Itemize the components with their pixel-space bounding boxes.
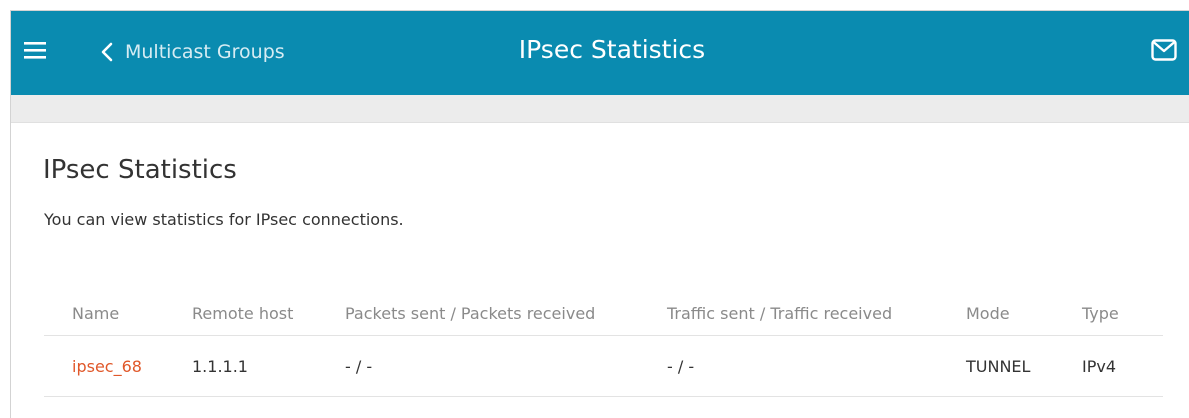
column-header-traffic: Traffic sent / Traffic received — [667, 291, 966, 336]
column-header-type: Type — [1082, 291, 1163, 336]
connection-name-link[interactable]: ipsec_68 — [72, 357, 142, 376]
table-header-row: Name Remote host Packets sent / Packets … — [44, 291, 1163, 336]
header-shadow-band — [11, 95, 1189, 123]
column-header-packets: Packets sent / Packets received — [345, 291, 667, 336]
app-window: Multicast Groups IPsec Statistics IPsec … — [0, 0, 1189, 418]
column-header-mode: Mode — [966, 291, 1082, 336]
page-title: IPsec Statistics — [518, 35, 706, 64]
cell-traffic: - / - — [667, 335, 966, 397]
cell-remote-host: 1.1.1.1 — [192, 335, 345, 397]
section-title: IPsec Statistics — [43, 155, 237, 185]
cell-type: IPv4 — [1082, 335, 1163, 397]
section-description: You can view statistics for IPsec connec… — [44, 210, 404, 229]
table-row[interactable]: ipsec_68 1.1.1.1 - / - - / - TUNNEL IPv4 — [44, 335, 1163, 397]
column-header-remote-host: Remote host — [192, 291, 345, 336]
cell-name[interactable]: ipsec_68 — [44, 335, 192, 397]
mail-icon[interactable] — [1151, 39, 1177, 61]
ipsec-stats-table: Name Remote host Packets sent / Packets … — [44, 291, 1163, 397]
main-content: IPsec Statistics You can view statistics… — [11, 123, 1189, 418]
cell-packets: - / - — [345, 335, 667, 397]
column-header-name: Name — [44, 291, 192, 336]
header-bar: Multicast Groups IPsec Statistics — [11, 11, 1189, 95]
cell-mode: TUNNEL — [966, 335, 1082, 397]
